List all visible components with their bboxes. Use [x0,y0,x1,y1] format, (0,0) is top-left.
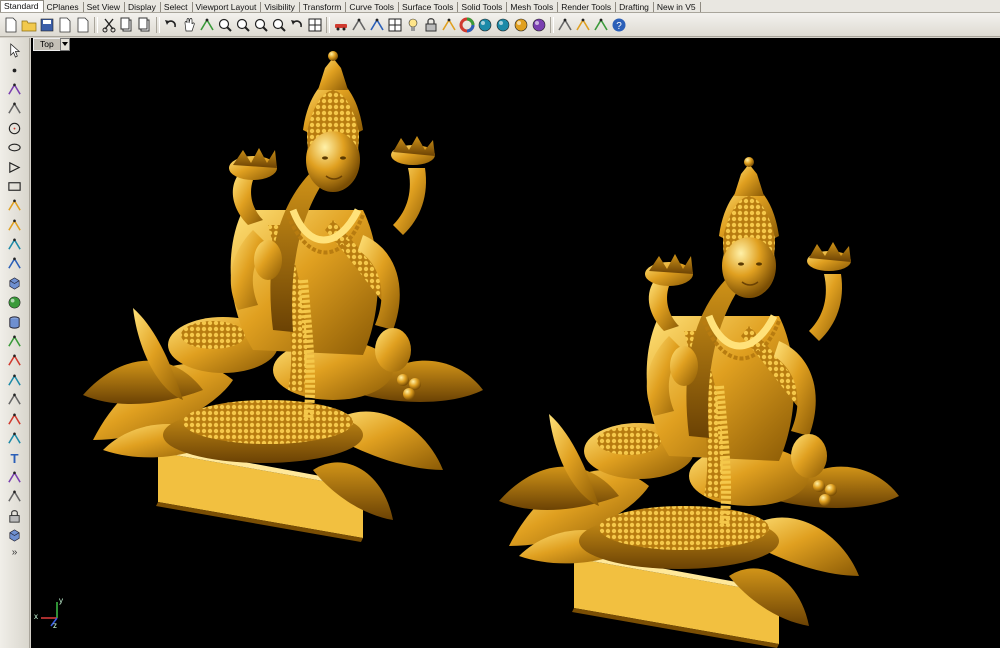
ellipse-icon[interactable] [4,138,26,157]
toolbar-tab-strip: Standard CPlanes Set View Display Select View… [0,0,1000,13]
model-render [31,38,1000,648]
statue-right [499,157,899,648]
axis-z-label: z [53,621,57,630]
tab-solid-tools[interactable]: Solid Tools [458,2,508,12]
lock-icon[interactable] [422,16,439,34]
toolbar-separator [326,16,330,33]
viewport-title-label[interactable]: Top [33,38,60,51]
surface-icon[interactable] [4,235,26,254]
axis-y-label: y [59,596,63,605]
rotate-view-icon[interactable] [198,16,215,34]
tab-cplanes[interactable]: CPlanes [44,2,84,12]
tab-set-view[interactable]: Set View [84,2,126,12]
block-icon[interactable] [4,506,26,525]
help-icon[interactable]: ? [610,16,627,34]
tab-drafting[interactable]: Drafting [616,2,654,12]
polyline-icon[interactable] [4,80,26,99]
tab-select[interactable]: Select [161,2,193,12]
cut-icon[interactable] [100,16,117,34]
dimension-icon[interactable] [4,468,26,487]
pan-hand-icon[interactable] [180,16,197,34]
statue-left [83,51,483,542]
mesh-icon[interactable] [4,332,26,351]
tab-transform[interactable]: Transform [300,2,347,12]
import-icon[interactable] [74,16,91,34]
copy-icon[interactable] [118,16,135,34]
tab-display[interactable]: Display [125,2,161,12]
polygon-icon[interactable] [4,157,26,176]
standard-toolbar: ? [0,13,1000,37]
open-folder-icon[interactable] [20,16,37,34]
point-icon[interactable] [4,60,26,79]
car-icon[interactable] [332,16,349,34]
toolbar-separator [94,16,98,33]
viewport-title[interactable]: Top [33,38,70,51]
array-icon[interactable] [4,487,26,506]
save-icon[interactable] [38,16,55,34]
undo-view-icon[interactable] [288,16,305,34]
world-axes-icon: y x z [33,596,67,630]
axis-x-label: x [34,612,38,621]
text-icon[interactable]: T [4,448,26,467]
cylinder-icon[interactable] [4,312,26,331]
shaded-sphere-icon[interactable] [476,16,493,34]
tab-new-in-v5[interactable]: New in V5 [654,2,701,12]
svg-text:T: T [10,452,18,466]
light-bulb-icon[interactable] [404,16,421,34]
tab-curve-tools[interactable]: Curve Tools [346,2,400,12]
svg-text:?: ? [616,21,622,32]
join-icon[interactable] [4,371,26,390]
curve-icon[interactable] [4,99,26,118]
cplane-icon[interactable] [368,16,385,34]
tab-standard[interactable]: Standard [0,0,44,12]
toolbar-separator [550,16,554,33]
four-viewports-icon[interactable] [306,16,323,34]
fillet-icon[interactable] [4,216,26,235]
osnap-icon[interactable] [592,16,609,34]
trim-icon[interactable] [4,390,26,409]
solid-icon[interactable] [4,526,26,545]
top-viewport[interactable]: Top y x z [31,38,1000,648]
select-arrow-icon[interactable] [4,41,26,60]
main-left-toolbar: T» [0,38,30,648]
pipe-icon[interactable] [350,16,367,34]
color-wheel-icon[interactable] [458,16,475,34]
viewport-menu-arrow-icon[interactable] [59,38,70,51]
zoom-icon[interactable] [216,16,233,34]
print-icon[interactable] [56,16,73,34]
arc-icon[interactable] [4,196,26,215]
layer-icon[interactable] [440,16,457,34]
extrude-icon[interactable] [4,254,26,273]
zoom-window-icon[interactable] [234,16,251,34]
split-icon[interactable] [4,409,26,428]
toolbar-separator [156,16,160,33]
new-file-icon[interactable] [2,16,19,34]
tab-render-tools[interactable]: Render Tools [558,2,617,12]
sphere-icon[interactable] [4,293,26,312]
render-sphere-icon[interactable] [494,16,511,34]
grid-icon[interactable] [386,16,403,34]
boolean-icon[interactable] [4,351,26,370]
blue-sphere-icon[interactable] [530,16,547,34]
more-tools-icon[interactable]: » [12,547,18,558]
tab-visibility[interactable]: Visibility [261,2,300,12]
box-icon[interactable] [4,274,26,293]
zoom-selected-icon[interactable] [270,16,287,34]
circle-icon[interactable] [4,119,26,138]
ghosted-sphere-icon[interactable] [512,16,529,34]
zoom-extents-icon[interactable] [252,16,269,34]
rotate-icon[interactable] [4,429,26,448]
paste-icon[interactable] [136,16,153,34]
rectangle-icon[interactable] [4,177,26,196]
options-icon[interactable] [556,16,573,34]
settings-icon[interactable] [574,16,591,34]
undo-icon[interactable] [162,16,179,34]
tab-mesh-tools[interactable]: Mesh Tools [507,2,559,12]
tab-surface-tools[interactable]: Surface Tools [399,2,459,12]
tab-viewport-layout[interactable]: Viewport Layout [193,2,262,12]
